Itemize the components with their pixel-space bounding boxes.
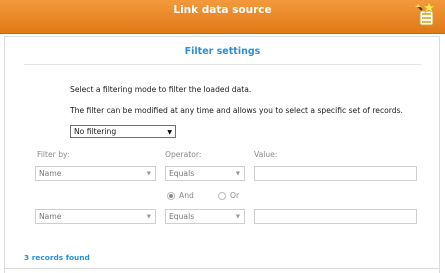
filter-mode-select[interactable]: No filtering ▼ xyxy=(70,125,176,138)
radio-or[interactable]: Or xyxy=(218,191,239,200)
chevron-down-icon: ▼ xyxy=(167,129,172,136)
title-bar: Link data source xyxy=(0,0,445,34)
filter-field-value-1: Name xyxy=(39,169,62,178)
filter-field-value-2: Name xyxy=(39,212,62,221)
operator-value-1: Equals xyxy=(169,169,195,178)
records-found-status: 3 records found xyxy=(24,253,90,262)
filter-mode-value: No filtering xyxy=(74,127,117,136)
intro-text-2: The filter can be modified at any time a… xyxy=(70,106,403,115)
chevron-down-icon: ▼ xyxy=(146,171,151,177)
filter-field-select-1[interactable]: Name ▼ xyxy=(35,166,156,181)
value-input-2[interactable] xyxy=(254,209,417,224)
operator-label: Operator: xyxy=(165,150,202,159)
filter-field-select-2[interactable]: Name ▼ xyxy=(35,209,156,224)
divider xyxy=(24,64,421,65)
chevron-down-icon: ▼ xyxy=(146,214,151,220)
value-input-1[interactable] xyxy=(254,166,417,181)
radio-unselected-icon xyxy=(218,191,226,200)
filter-by-label: Filter by: xyxy=(37,150,70,159)
radio-selected-icon xyxy=(167,191,175,200)
radio-or-label: Or xyxy=(230,191,240,200)
operator-value-2: Equals xyxy=(169,212,195,221)
section-title: Filter settings xyxy=(184,46,261,57)
chevron-down-icon: ▼ xyxy=(235,171,240,177)
value-label: Value: xyxy=(254,150,278,159)
divider xyxy=(4,268,440,269)
radio-and[interactable]: And xyxy=(167,191,194,200)
operator-select-2[interactable]: Equals ▼ xyxy=(165,209,245,224)
operator-select-1[interactable]: Equals ▼ xyxy=(165,166,245,181)
window-title: Link data source xyxy=(173,4,272,16)
wizard-icon xyxy=(415,1,436,26)
intro-text-1: Select a filtering mode to filter the lo… xyxy=(70,85,252,94)
chevron-down-icon: ▼ xyxy=(235,214,240,220)
radio-and-label: And xyxy=(179,191,194,200)
